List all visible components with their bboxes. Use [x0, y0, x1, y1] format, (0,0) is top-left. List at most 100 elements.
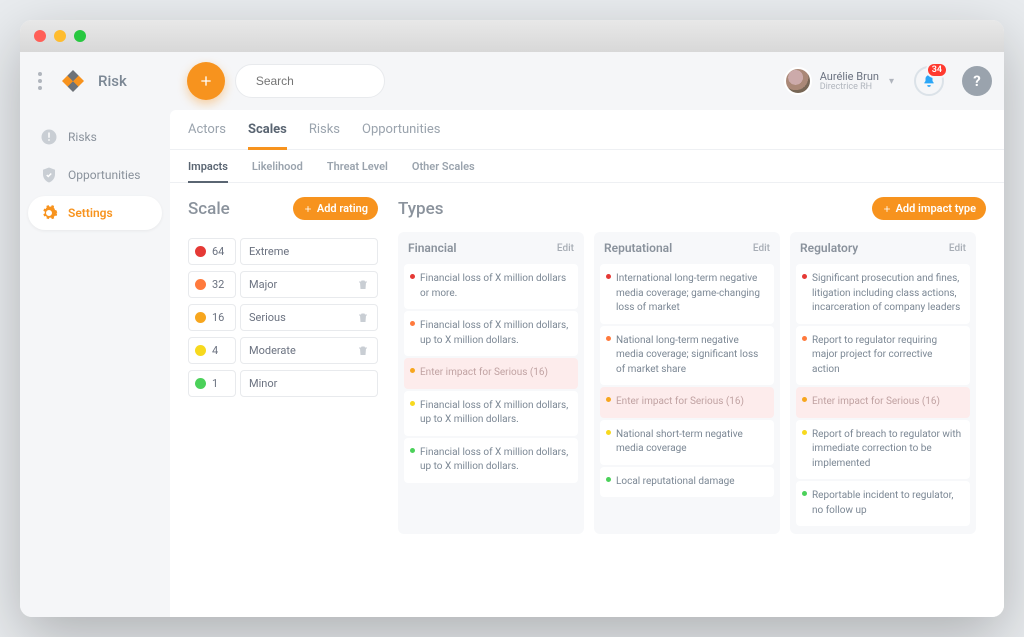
tab-actors[interactable]: Actors [188, 122, 226, 149]
impact-card[interactable]: Report to regulator requiring major proj… [796, 326, 970, 386]
scale-value-cell[interactable]: 4 [188, 337, 236, 364]
primary-tabs: Actors Scales Risks Opportunities [170, 110, 1004, 150]
scale-label-text: Major [249, 278, 277, 291]
impact-card[interactable]: Financial loss of X million dollars, up … [404, 311, 578, 356]
subtab-other-scales[interactable]: Other Scales [412, 160, 475, 182]
scale-value-cell[interactable]: 16 [188, 304, 236, 331]
scale-label-cell[interactable]: Moderate [240, 337, 378, 364]
impact-type-column: RegulatoryEditSignificant prosecution an… [790, 232, 976, 534]
impact-type-title: Reputational [604, 241, 672, 255]
impact-card[interactable]: Financial loss of X million dollars, up … [404, 438, 578, 483]
sidebar-item-opportunities[interactable]: Opportunities [28, 158, 162, 192]
scale-value: 32 [212, 278, 224, 291]
edit-type-button[interactable]: Edit [753, 243, 770, 254]
menu-dots-icon[interactable] [28, 72, 52, 90]
impact-empty-placeholder[interactable]: Enter impact for Serious (16) [796, 387, 970, 418]
secondary-tabs: Impacts Likelihood Threat Level Other Sc… [170, 150, 1004, 183]
scale-label-cell[interactable]: Minor [240, 370, 378, 397]
trash-icon[interactable] [357, 345, 369, 357]
scale-column: Scale Add rating 64 Extreme 32 Major 16 Serio… [188, 197, 378, 603]
sidebar-item-risks[interactable]: Risks [28, 120, 162, 154]
severity-dot-icon [195, 246, 206, 257]
severity-dot-icon [195, 345, 206, 356]
trash-icon[interactable] [357, 312, 369, 324]
scale-row: 32 Major [188, 271, 378, 298]
plus-icon [198, 73, 214, 89]
avatar [784, 67, 812, 95]
scale-label-text: Serious [249, 311, 286, 324]
notifications-button[interactable]: 34 [914, 66, 944, 96]
sidebar-item-settings[interactable]: Settings [28, 196, 162, 230]
gear-icon [40, 204, 58, 222]
add-button[interactable] [187, 62, 225, 100]
types-heading: Types [398, 199, 443, 219]
scale-value: 4 [212, 344, 218, 357]
help-button[interactable]: ? [962, 66, 992, 96]
scale-row: 4 Moderate [188, 337, 378, 364]
impact-empty-placeholder[interactable]: Enter impact for Serious (16) [600, 387, 774, 418]
impact-card[interactable]: National long-term negative media covera… [600, 326, 774, 386]
app-name: Risk [98, 72, 127, 90]
scale-heading: Scale [188, 199, 230, 219]
user-menu[interactable]: Aurélie Brun Directrice RH ▾ [784, 67, 894, 95]
scale-value-cell[interactable]: 32 [188, 271, 236, 298]
subtab-likelihood[interactable]: Likelihood [252, 160, 303, 182]
tab-risks[interactable]: Risks [309, 122, 340, 149]
plus-icon [303, 204, 313, 214]
chevron-down-icon: ▾ [889, 76, 894, 87]
trash-icon[interactable] [357, 279, 369, 291]
tab-scales[interactable]: Scales [248, 122, 287, 150]
severity-dot-icon [195, 378, 206, 389]
window-titlebar [20, 20, 1004, 52]
window-close-dot[interactable] [34, 30, 46, 42]
impact-card[interactable]: Reportable incident to regulator, no fol… [796, 481, 970, 526]
edit-type-button[interactable]: Edit [557, 243, 574, 254]
tab-opportunities[interactable]: Opportunities [362, 122, 440, 149]
impact-card[interactable]: Report of breach to regulator with immed… [796, 420, 970, 480]
scale-value: 1 [212, 377, 218, 390]
impact-empty-placeholder[interactable]: Enter impact for Serious (16) [404, 358, 578, 389]
subtab-impacts[interactable]: Impacts [188, 160, 228, 183]
severity-dot-icon [195, 279, 206, 290]
alert-icon [40, 128, 58, 146]
app-window: Risk Aurélie Brun Directrice RH ▾ 34 [20, 20, 1004, 617]
search-input[interactable] [256, 74, 411, 88]
subtab-threat-level[interactable]: Threat Level [327, 160, 388, 182]
scale-row: 16 Serious [188, 304, 378, 331]
impact-card[interactable]: Significant prosecution and fines, litig… [796, 264, 970, 324]
scale-value-cell[interactable]: 1 [188, 370, 236, 397]
sidebar-item-label: Settings [68, 206, 113, 220]
impact-card[interactable]: Financial loss of X million dollars or m… [404, 264, 578, 309]
scale-value-cell[interactable]: 64 [188, 238, 236, 265]
impact-card[interactable]: Local reputational damage [600, 467, 774, 498]
scale-label-cell[interactable]: Extreme [240, 238, 378, 265]
scale-row: 64 Extreme [188, 238, 378, 265]
search-field[interactable] [235, 64, 385, 98]
severity-dot-icon [195, 312, 206, 323]
app-logo-icon [62, 70, 84, 92]
impact-card[interactable]: National short-term negative media cover… [600, 420, 774, 465]
sidebar: Risks Opportunities Settings [20, 110, 170, 617]
user-name: Aurélie Brun [820, 71, 879, 82]
main-panel: Actors Scales Risks Opportunities Impact… [170, 110, 1004, 617]
scale-row: 1 Minor [188, 370, 378, 397]
add-rating-button[interactable]: Add rating [293, 197, 378, 220]
scale-value: 64 [212, 245, 224, 258]
sidebar-item-label: Opportunities [68, 168, 140, 182]
edit-type-button[interactable]: Edit [949, 243, 966, 254]
scale-label-text: Extreme [249, 245, 289, 258]
scale-label-cell[interactable]: Serious [240, 304, 378, 331]
sidebar-item-label: Risks [68, 130, 97, 144]
impact-type-column: Reputational Edit International long-term … [594, 232, 780, 534]
add-impact-type-button[interactable]: Add impact type [872, 197, 986, 220]
scale-label-cell[interactable]: Major [240, 271, 378, 298]
user-role: Directrice RH [820, 82, 879, 92]
shield-icon [40, 166, 58, 184]
window-minimize-dot[interactable] [54, 30, 66, 42]
impact-card[interactable]: Financial loss of X million dollars, up … [404, 391, 578, 436]
plus-icon [882, 204, 892, 214]
notification-badge: 34 [926, 62, 948, 78]
types-column: Types Add impact type FinancialEditFinan… [398, 197, 986, 603]
impact-card[interactable]: International long-term negative media c… [600, 264, 774, 324]
window-zoom-dot[interactable] [74, 30, 86, 42]
